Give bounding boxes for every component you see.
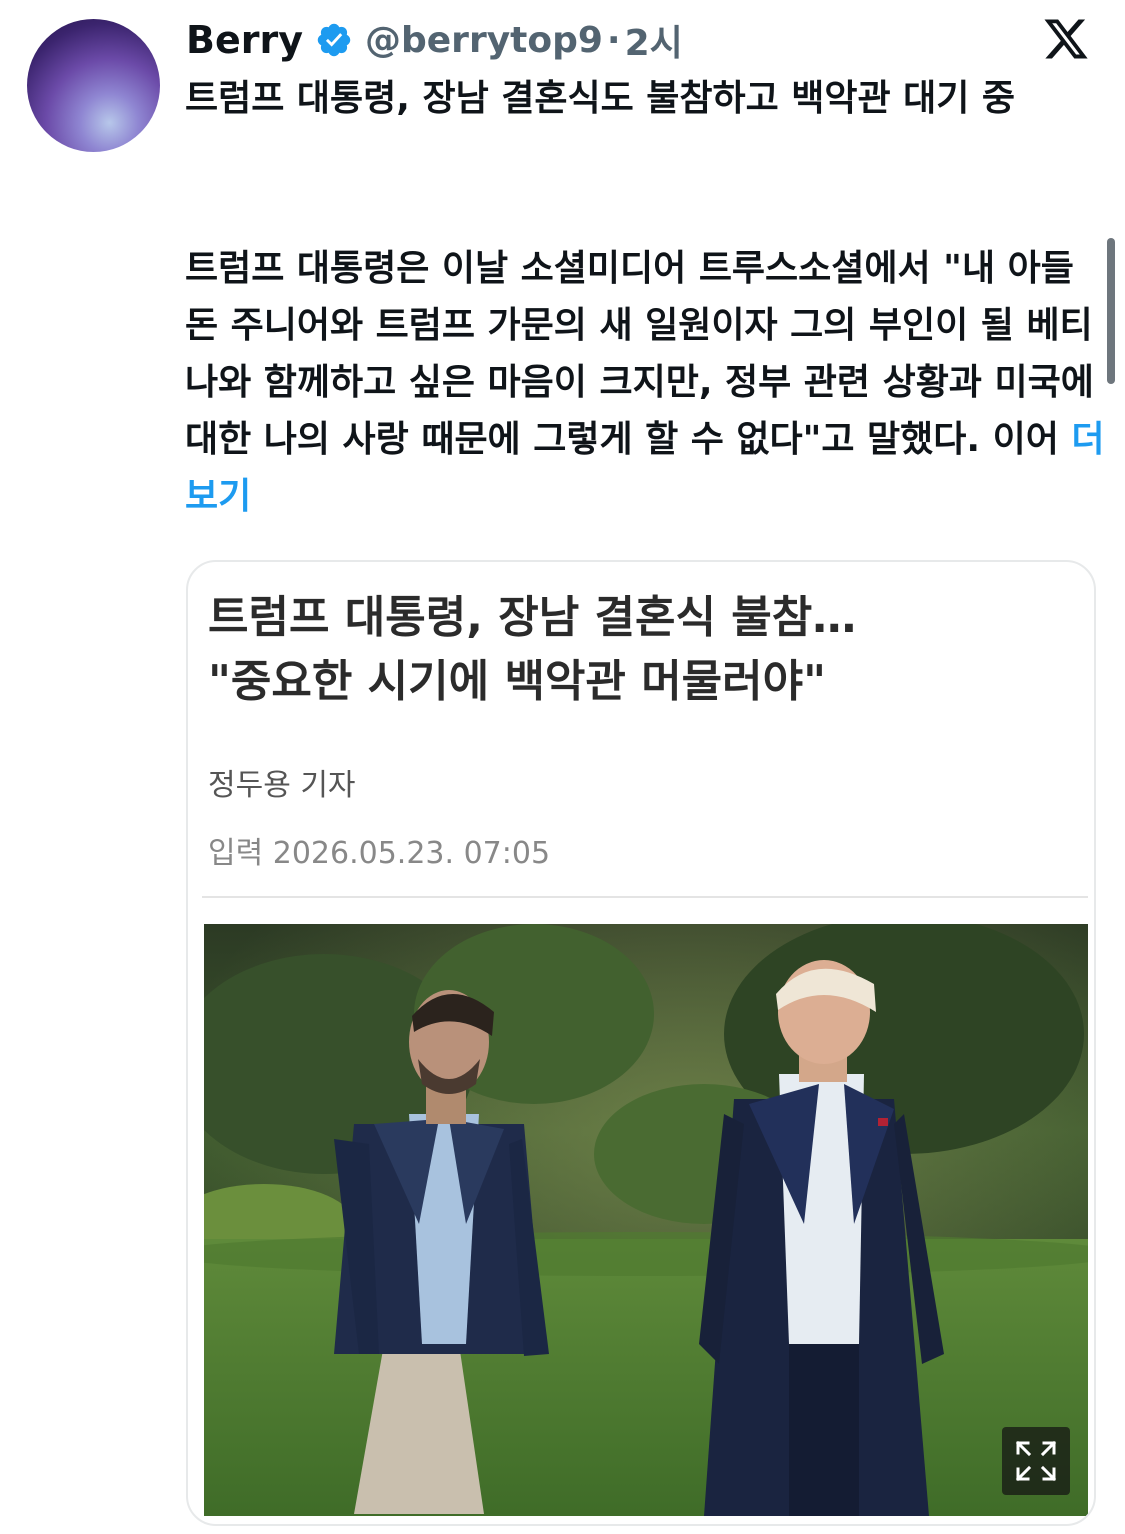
tweet-body: 트럼프 대통령은 이날 소셜미디어 트루스소셜에서 "내 아들 돈 주니어와 트… (185, 240, 1105, 525)
tweet-header: Berry @berrytop9 · 2시 (186, 14, 683, 66)
x-logo-icon[interactable] (1040, 15, 1092, 63)
card-divider (202, 896, 1088, 898)
timestamp[interactable]: 2시 (625, 14, 683, 66)
tweet-body-text: 트럼프 대통령은 이날 소셜미디어 트루스소셜에서 "내 아들 돈 주니어와 트… (185, 248, 1107, 460)
card-date: 입력 2026.05.23. 07:05 (208, 836, 551, 871)
card-headline: 트럼프 대통령, 장남 결혼식 불참… "중요한 시기에 백악관 머물러야" (208, 592, 857, 707)
expand-icon[interactable] (1002, 1427, 1070, 1495)
tweet-title: 트럼프 대통령, 장남 결혼식도 불참하고 백악관 대기 중 (185, 78, 1016, 119)
article-card[interactable]: 트럼프 대통령, 장남 결혼식 불참… "중요한 시기에 백악관 머물러야" 정… (186, 560, 1096, 1526)
separator: · (606, 19, 621, 61)
verified-badge-icon (317, 23, 351, 57)
display-name[interactable]: Berry (186, 18, 303, 62)
handle[interactable]: @berrytop9 (365, 20, 603, 61)
avatar[interactable] (27, 19, 160, 152)
scrollbar[interactable] (1107, 238, 1115, 384)
article-photo[interactable] (204, 924, 1088, 1516)
card-reporter: 정두용 기자 (208, 768, 356, 803)
